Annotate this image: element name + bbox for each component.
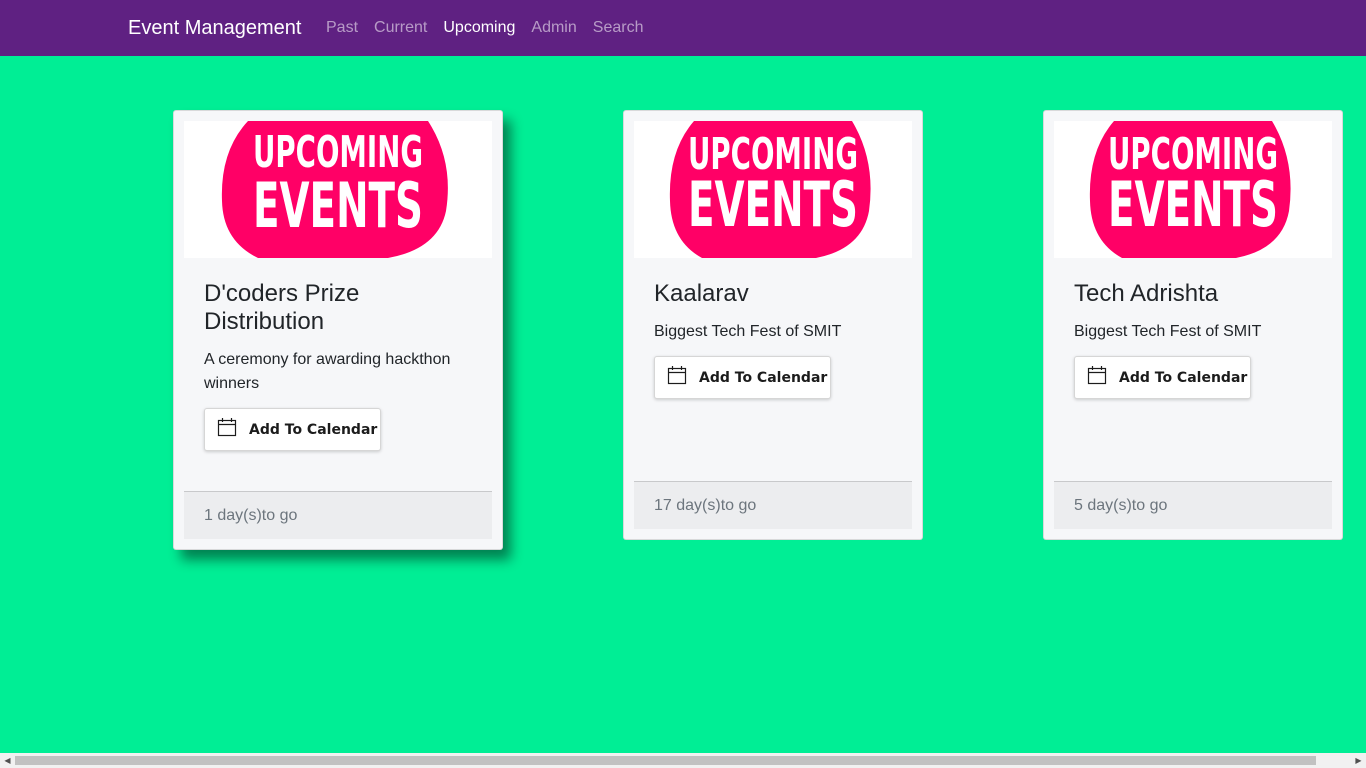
event-title: Kaalarav — [654, 280, 749, 307]
event-banner-image: UPCOMING EVENTS — [184, 121, 492, 258]
top-navbar: Event Management Past Current Upcoming A… — [0, 0, 1366, 56]
svg-text:EVENTS: EVENTS — [1108, 168, 1278, 241]
event-description: Biggest Tech Fest of SMIT — [1074, 323, 1262, 340]
svg-text:EVENTS: EVENTS — [688, 168, 858, 241]
scrollbar-thumb[interactable] — [15, 756, 1316, 765]
add-to-calendar-label: Add To Calendar — [699, 369, 828, 386]
scroll-right-arrow-icon[interactable]: ▶ — [1351, 753, 1366, 768]
add-to-calendar-label: Add To Calendar — [1119, 369, 1248, 386]
add-to-calendar-button[interactable]: Add To Calendar — [1074, 356, 1251, 399]
event-countdown: 5 day(s)to go — [1054, 481, 1332, 529]
event-description: A ceremony for awarding hackthon winners — [204, 351, 451, 392]
nav-link-admin[interactable]: Admin — [531, 17, 576, 39]
event-card: UPCOMING EVENTS Kaalarav Biggest Tech Fe… — [623, 110, 923, 540]
nav-link-current[interactable]: Current — [374, 17, 427, 39]
event-countdown: 1 day(s)to go — [184, 491, 492, 539]
event-banner-image: UPCOMING EVENTS — [634, 121, 912, 258]
nav-link-past[interactable]: Past — [326, 17, 358, 39]
brand-link[interactable]: Event Management — [128, 15, 301, 41]
calendar-icon — [667, 365, 687, 390]
add-to-calendar-button[interactable]: Add To Calendar — [654, 356, 831, 399]
calendar-icon — [217, 417, 237, 442]
calendar-icon — [1087, 365, 1107, 390]
add-to-calendar-label: Add To Calendar — [249, 421, 378, 438]
event-card: UPCOMING EVENTS D'coders Prize Distribut… — [173, 110, 503, 550]
nav-link-search[interactable]: Search — [593, 17, 644, 39]
event-title: D'coders Prize Distribution — [204, 280, 360, 335]
scroll-left-arrow-icon[interactable]: ◀ — [0, 753, 15, 768]
nav-links: Past Current Upcoming Admin Search — [326, 17, 659, 39]
event-description: Biggest Tech Fest of SMIT — [654, 323, 842, 340]
svg-text:EVENTS: EVENTS — [253, 169, 423, 242]
event-banner-image: UPCOMING EVENTS — [1054, 121, 1332, 258]
horizontal-scrollbar[interactable]: ◀ ▶ — [0, 753, 1366, 768]
event-title: Tech Adrishta — [1074, 280, 1219, 307]
add-to-calendar-button[interactable]: Add To Calendar — [204, 408, 381, 451]
event-countdown: 17 day(s)to go — [634, 481, 912, 529]
event-card: UPCOMING EVENTS Tech Adrishta Biggest Te… — [1043, 110, 1343, 540]
nav-link-upcoming[interactable]: Upcoming — [443, 17, 515, 39]
